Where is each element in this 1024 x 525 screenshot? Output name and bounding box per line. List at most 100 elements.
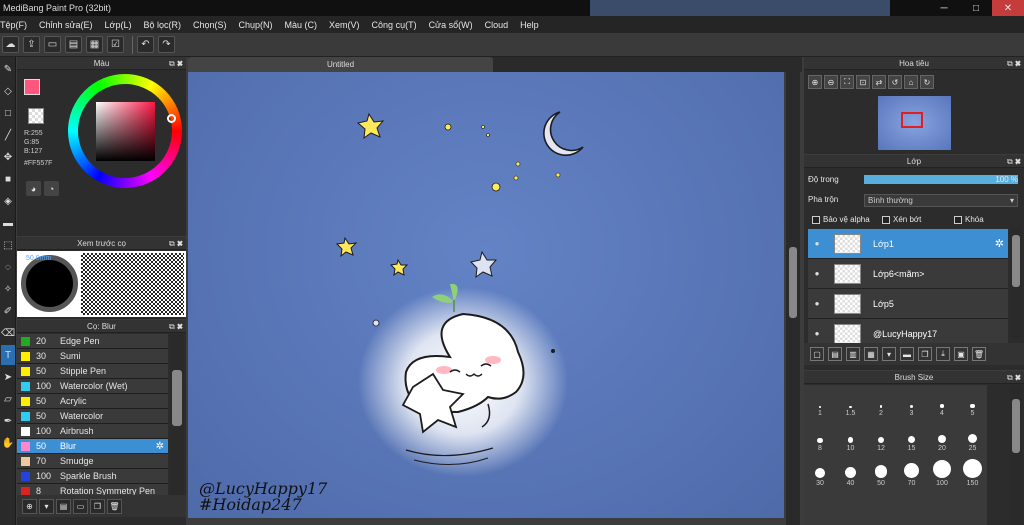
comment-icon[interactable]: ▭ [44,36,61,53]
brush-size-cell[interactable]: 10 [836,422,866,453]
brush-size-scrollbar[interactable] [1010,385,1022,525]
canvas-vertical-scrollbar[interactable] [786,72,800,525]
brush-size-cell[interactable]: 1 [805,387,835,418]
brush-delete-icon[interactable]: 🗑 [107,498,122,514]
panel-close-icon[interactable]: ⧉ ✖ [1007,155,1021,168]
menu-layer[interactable]: Lớp(L) [105,20,132,30]
brush-size-cell[interactable]: 3 [897,387,927,418]
visibility-icon[interactable]: ● [810,237,824,251]
move-tool-icon[interactable]: ✥ [1,147,15,167]
select-eraser-icon[interactable]: ⌫ [1,323,15,343]
scrollbar-thumb[interactable] [1012,235,1020,287]
undo-icon[interactable]: ↶ [137,36,154,53]
zoom-out-icon[interactable]: ⊖ [824,75,838,89]
layer-folder-icon[interactable]: ▬ [900,347,914,361]
close-button[interactable]: ✕ [992,0,1024,16]
divide-tool-icon[interactable]: ▱ [1,389,15,409]
menu-window[interactable]: Cửa sổ(W) [429,20,473,30]
panel-close-icon[interactable]: ⧉ ✖ [169,57,183,70]
delete-layer-icon[interactable]: 🗑 [972,347,986,361]
brush-size-cell[interactable]: 20 [927,422,957,453]
foreground-color-swatch[interactable] [24,79,40,95]
menu-cloud[interactable]: Cloud [485,20,509,30]
eyedropper-tool-icon[interactable]: ✒ [1,411,15,431]
menu-tools[interactable]: Công cụ(T) [372,20,417,30]
document-icon[interactable]: ▤ [65,36,82,53]
menu-help[interactable]: Help [520,20,539,30]
brush-item[interactable]: 50 Acrylic [17,394,168,409]
panel-close-icon[interactable]: ⧉ ✖ [169,237,183,250]
eraser-tool-icon[interactable]: ◇ [1,81,15,101]
brush-size-cell[interactable]: 30 [805,457,835,488]
panel-close-icon[interactable]: ⧉ ✖ [1007,371,1021,384]
select-tool-icon[interactable]: ⬚ [1,235,15,255]
visibility-icon[interactable]: ● [810,297,824,311]
menu-view[interactable]: Xem(V) [329,20,360,30]
clip-checkbox[interactable]: Xén bớt [882,215,921,224]
redo-icon[interactable]: ↷ [158,36,175,53]
gear-icon[interactable]: ✲ [995,237,1004,250]
new-8bit-layer-icon[interactable]: ▥ [846,347,860,361]
merge-layer-icon[interactable]: ⤓ [936,347,950,361]
menu-file[interactable]: Tệp(F) [0,20,27,30]
brush-size-cell[interactable]: 15 [897,422,927,453]
palette-icon[interactable]: ◕ [26,181,41,196]
layer-menu-icon[interactable]: ▾ [882,347,896,361]
share-icon[interactable]: ⇪ [23,36,40,53]
brush-size-cell[interactable]: 2 [866,387,896,418]
scrollbar-thumb[interactable] [1012,399,1020,453]
rotate-left-icon[interactable]: ↺ [888,75,902,89]
duplicate-layer-icon[interactable]: ❐ [918,347,932,361]
brush-size-cell[interactable]: 70 [897,457,927,488]
grid-icon[interactable]: ▦ [86,36,103,53]
protect-alpha-checkbox[interactable]: Bảo vệ alpha [812,215,870,224]
lock-checkbox[interactable]: Khóa [954,215,984,224]
magic-wand-tool-icon[interactable]: ✧ [1,279,15,299]
brush-size-cell[interactable]: 1.5 [836,387,866,418]
scrollbar-thumb[interactable] [789,247,797,318]
brush-folder-icon[interactable]: ▭ [73,498,88,514]
saturation-value-box[interactable] [96,102,155,161]
brush-size-cell[interactable]: 150 [958,457,988,488]
brush-item[interactable]: 100 Watercolor (Wet) [17,379,168,394]
scrollbar-thumb[interactable] [172,370,182,426]
brush-menu-icon[interactable]: ▾ [39,498,54,514]
brush-item[interactable]: 70 Smudge [17,454,168,469]
panel-close-icon[interactable]: ⧉ ✖ [1007,57,1021,70]
checklist-icon[interactable]: ☑ [107,36,124,53]
navigator-viewport[interactable] [901,112,923,128]
minimize-button[interactable]: ─ [928,0,960,16]
background-color-swatch[interactable] [28,108,44,124]
eyedropper-icon[interactable]: ◔ [44,181,59,196]
tab-untitled[interactable]: Untitled [188,57,493,72]
fit-icon[interactable]: ⛶ [840,75,854,89]
layer-row[interactable]: ● Lớp1 ✲ [808,229,1008,259]
new-halftone-layer-icon[interactable]: ▤ [828,347,842,361]
brush-size-cell[interactable]: 5 [958,387,988,418]
new-1bit-layer-icon[interactable]: ▦ [864,347,878,361]
dot-tool-icon[interactable]: ╱ [1,125,15,145]
brush-item[interactable]: 50 Stipple Pen [17,364,168,379]
layer-row[interactable]: ● Lớp6<mãm> [808,259,1008,289]
menu-select[interactable]: Chọn(S) [193,20,227,30]
hue-marker[interactable] [167,114,176,123]
layer-row[interactable]: ● Lớp5 [808,289,1008,319]
fill-rect-tool-icon[interactable]: ■ [1,169,15,189]
brush-item[interactable]: 100 Sparkle Brush [17,469,168,484]
brush-copy-icon[interactable]: ❐ [90,498,105,514]
brush-item[interactable]: 100 Airbrush [17,424,168,439]
visibility-icon[interactable]: ● [810,327,824,341]
brush-size-cell[interactable]: 12 [866,422,896,453]
hand-tool-icon[interactable]: ✋ [1,433,15,453]
brush-item[interactable]: 50 Blur ✲ [17,439,168,454]
brush-size-cell[interactable]: 4 [927,387,957,418]
operation-tool-icon[interactable]: ➤ [1,367,15,387]
brush-size-cell[interactable]: 40 [836,457,866,488]
reset-view-icon[interactable]: ⌂ [904,75,918,89]
lasso-tool-icon[interactable]: ◌ [1,257,15,277]
brush-item[interactable]: 20 Edge Pen [17,334,168,349]
brush-item[interactable]: 30 Sumi [17,349,168,364]
brush-size-cell[interactable]: 100 [927,457,957,488]
brush-size-cell[interactable]: 50 [866,457,896,488]
layer-list-scrollbar[interactable] [1010,227,1022,339]
